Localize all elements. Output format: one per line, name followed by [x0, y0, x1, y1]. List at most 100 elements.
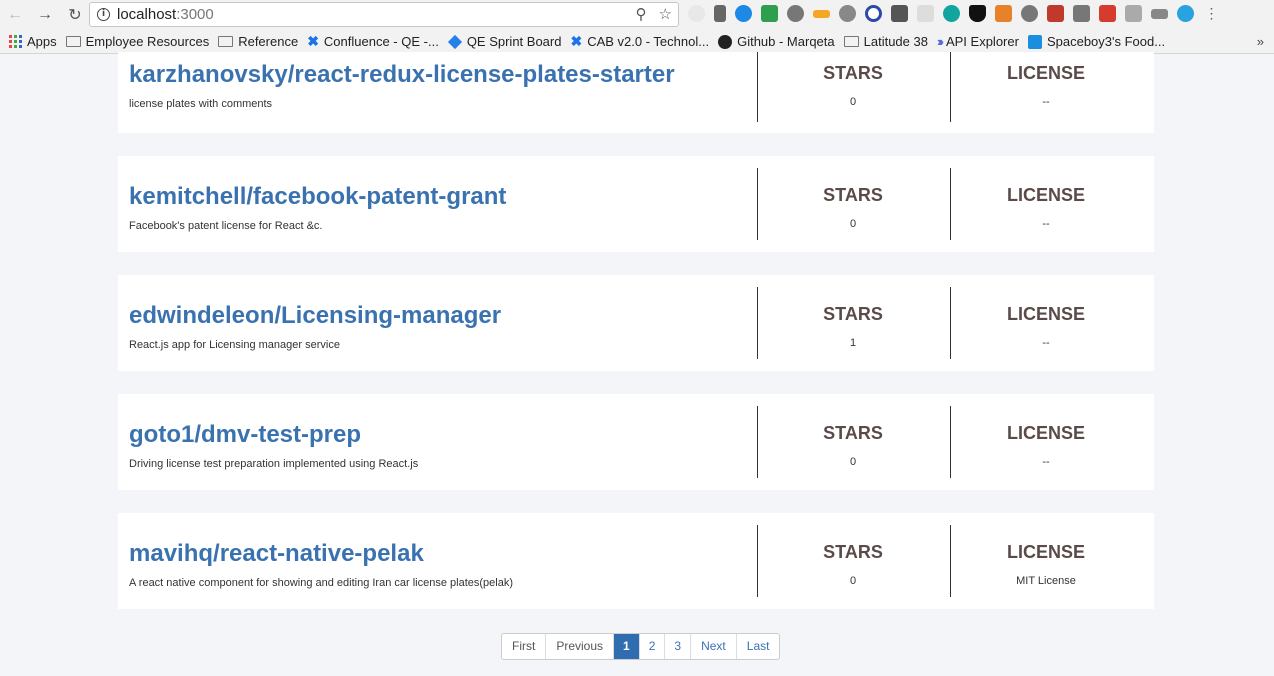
shield-icon[interactable]: [969, 5, 986, 22]
bookmark-api-explorer[interactable]: ››› API Explorer: [937, 34, 1019, 49]
stars-value: 0: [849, 456, 857, 468]
license-label: LICENSE: [1006, 423, 1085, 443]
stars-label: STARS: [823, 185, 883, 205]
license-block: LICENSE --: [950, 423, 1142, 468]
extension-icon[interactable]: [688, 5, 705, 22]
extension-icon[interactable]: [839, 5, 856, 22]
url-text[interactable]: localhost:3000: [117, 6, 214, 23]
bookmark-label: Spaceboy3's Food...: [1046, 34, 1166, 49]
extension-icon[interactable]: [891, 5, 908, 22]
bookmark-label: Confluence - QE -...: [323, 34, 439, 49]
pagination-page-1[interactable]: 1: [614, 634, 640, 659]
menu-dots-icon[interactable]: ⋮: [1203, 5, 1220, 22]
flag-icon[interactable]: [761, 5, 778, 22]
repo-title-link[interactable]: kemitchell/facebook-patent-grant: [129, 183, 506, 211]
url-host: localhost: [117, 6, 177, 23]
repo-description: license plates with comments: [129, 98, 273, 110]
extension-icon[interactable]: [943, 5, 960, 22]
confluence-icon: ✖: [307, 33, 319, 49]
folder-icon: [65, 36, 81, 47]
extension-icons: ⋮: [688, 5, 1220, 22]
folder-icon: [218, 36, 234, 47]
license-value: MIT License: [1016, 575, 1076, 587]
extension-icon[interactable]: [1099, 5, 1116, 22]
bookmark-label: Reference: [238, 34, 299, 49]
stars-block: STARS 0: [757, 185, 949, 230]
reload-icon[interactable]: ↻: [64, 4, 86, 26]
repo-card: edwindeleon/Licensing-manager React.js a…: [118, 275, 1154, 371]
license-value: --: [1042, 218, 1050, 230]
bookmark-star-icon[interactable]: ☆: [659, 5, 672, 23]
zoom-icon[interactable]: ⚲: [636, 5, 647, 23]
repo-title-link[interactable]: edwindeleon/Licensing-manager: [129, 302, 501, 330]
license-label: LICENSE: [1006, 304, 1085, 324]
stars-block: STARS 1: [757, 304, 949, 349]
eyedropper-icon[interactable]: [714, 5, 726, 22]
bookmark-github[interactable]: Github - Marqeta: [718, 34, 835, 49]
apps-grid-icon: [9, 35, 22, 48]
bookmark-spaceboy[interactable]: Spaceboy3's Food...: [1027, 34, 1166, 49]
stars-block: STARS 0: [757, 542, 949, 587]
stars-block: STARS 0: [757, 63, 949, 108]
address-bar[interactable]: i localhost:3000 ⚲ ☆: [89, 2, 679, 27]
bookmark-latitude[interactable]: Latitude 38: [843, 34, 928, 49]
extension-icon[interactable]: [1047, 5, 1064, 22]
repo-card: kemitchell/facebook-patent-grant Faceboo…: [118, 156, 1154, 252]
stars-value: 0: [849, 96, 857, 108]
bookmark-label: Latitude 38: [863, 34, 928, 49]
extension-icon[interactable]: [865, 5, 882, 22]
license-block: LICENSE --: [950, 63, 1142, 108]
stars-label: STARS: [823, 542, 883, 562]
info-icon[interactable]: i: [97, 8, 110, 21]
github-icon: [718, 34, 733, 49]
repo-title-link[interactable]: mavihq/react-native-pelak: [129, 540, 424, 568]
repo-title-link[interactable]: goto1/dmv-test-prep: [129, 421, 361, 449]
bookmark-qe-sprint-board[interactable]: QE Sprint Board: [447, 34, 561, 49]
pagination-page-3[interactable]: 3: [665, 634, 692, 659]
stars-value: 1: [849, 337, 857, 349]
api-explorer-icon: ›››: [936, 34, 944, 49]
pagination-first[interactable]: First: [502, 634, 547, 659]
browser-toolbar: ← → ↻ i localhost:3000 ⚲ ☆ ⋮: [0, 0, 1274, 30]
repo-card: goto1/dmv-test-prep Driving license test…: [118, 394, 1154, 490]
forward-arrow-icon[interactable]: →: [34, 4, 56, 26]
pagination-next[interactable]: Next: [691, 634, 737, 659]
bug-icon[interactable]: [787, 5, 804, 22]
page-content: karzhanovsky/react-redux-license-plates-…: [0, 52, 1274, 676]
repo-title-link[interactable]: karzhanovsky/react-redux-license-plates-…: [129, 61, 675, 89]
extension-icon[interactable]: [917, 5, 934, 22]
stars-block: STARS 0: [757, 423, 949, 468]
pagination-page-2[interactable]: 2: [640, 634, 666, 659]
pagination-previous[interactable]: Previous: [546, 634, 615, 659]
bookmark-label: Employee Resources: [85, 34, 210, 49]
extension-icon[interactable]: [1151, 9, 1168, 19]
license-value: --: [1042, 337, 1050, 349]
fox-icon[interactable]: [995, 5, 1012, 22]
bookmarks-overflow-icon[interactable]: »: [1257, 34, 1264, 49]
back-arrow-icon[interactable]: ←: [4, 4, 26, 26]
bookmark-cab[interactable]: ✖ CAB v2.0 - Technol...: [570, 33, 709, 50]
license-block: LICENSE MIT License: [950, 542, 1142, 587]
folder-icon: [843, 36, 859, 47]
license-label: LICENSE: [1006, 542, 1085, 562]
pagination-last[interactable]: Last: [737, 634, 780, 659]
bookmark-apps[interactable]: Apps: [9, 34, 57, 49]
stars-value: 0: [849, 575, 857, 587]
license-label: LICENSE: [1006, 63, 1085, 83]
bookmark-reference[interactable]: Reference: [218, 34, 298, 49]
extension-icon[interactable]: [1021, 5, 1038, 22]
bookmarks-bar: Apps Employee Resources Reference ✖ Conf…: [0, 30, 1274, 54]
repo-description: Facebook's patent license for React &c.: [129, 220, 323, 232]
extension-icon[interactable]: [1073, 5, 1090, 22]
repo-card: mavihq/react-native-pelak A react native…: [118, 513, 1154, 609]
bookmark-confluence[interactable]: ✖ Confluence - QE -...: [307, 33, 439, 50]
extension-icon[interactable]: [1125, 5, 1142, 22]
bookmark-label: Apps: [27, 34, 57, 49]
bookmark-employee-resources[interactable]: Employee Resources: [65, 34, 210, 49]
bookmark-label: CAB v2.0 - Technol...: [587, 34, 710, 49]
bookmark-label: API Explorer: [945, 34, 1019, 49]
extension-icon[interactable]: [735, 5, 752, 22]
extension-icon[interactable]: [813, 10, 830, 18]
confluence-icon: ✖: [570, 33, 583, 49]
extension-icon[interactable]: [1177, 5, 1194, 22]
